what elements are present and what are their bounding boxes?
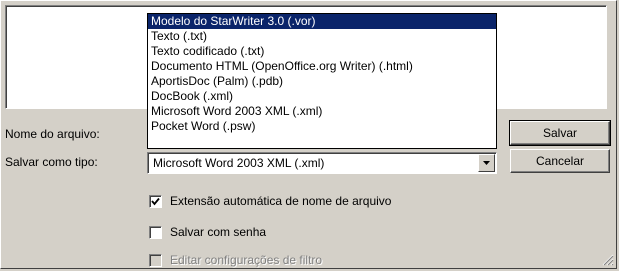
- file-type-option[interactable]: AportisDoc (Palm) (.pdb): [148, 74, 496, 89]
- file-type-option[interactable]: Microsoft Word 2003 XML (.xml): [148, 104, 496, 119]
- auto-extension-label: Extensão automática de nome de arquivo: [170, 194, 392, 208]
- checkmark-icon: [151, 197, 160, 206]
- file-type-option[interactable]: Modelo do StarWriter 3.0 (.vor): [148, 14, 496, 29]
- cancel-button[interactable]: Cancelar: [510, 149, 610, 173]
- auto-extension-checkbox[interactable]: [149, 195, 162, 208]
- save-button[interactable]: Salvar: [509, 120, 611, 146]
- file-type-label: Salvar como tipo:: [5, 155, 98, 169]
- save-password-label: Salvar com senha: [170, 225, 267, 239]
- save-dialog: Nome do arquivo: Salvar como tipo: Micro…: [0, 0, 617, 269]
- edit-filter-label: Editar configurações de filtro: [170, 253, 323, 267]
- file-name-label: Nome do arquivo:: [5, 127, 100, 141]
- cancel-button-label: Cancelar: [535, 154, 585, 168]
- file-type-selected-value: Microsoft Word 2003 XML (.xml): [153, 156, 325, 170]
- file-type-option[interactable]: Documento HTML (OpenOffice.org Writer) (…: [148, 59, 496, 74]
- save-password-checkbox[interactable]: [149, 226, 162, 239]
- file-type-dropdown-list: Modelo do StarWriter 3.0 (.vor) Texto (.…: [147, 13, 497, 149]
- resize-grip-icon[interactable]: [602, 254, 614, 266]
- edit-filter-checkbox: [149, 254, 162, 267]
- file-type-option[interactable]: DocBook (.xml): [148, 89, 496, 104]
- file-type-option[interactable]: Pocket Word (.psw): [148, 119, 496, 134]
- file-type-dropdown-button[interactable]: [478, 154, 495, 172]
- file-type-select[interactable]: Microsoft Word 2003 XML (.xml): [147, 152, 497, 174]
- file-type-option[interactable]: Texto codificado (.txt): [148, 44, 496, 59]
- save-button-label: Salvar: [542, 126, 577, 140]
- chevron-down-icon: [483, 161, 490, 165]
- file-type-option[interactable]: Texto (.txt): [148, 29, 496, 44]
